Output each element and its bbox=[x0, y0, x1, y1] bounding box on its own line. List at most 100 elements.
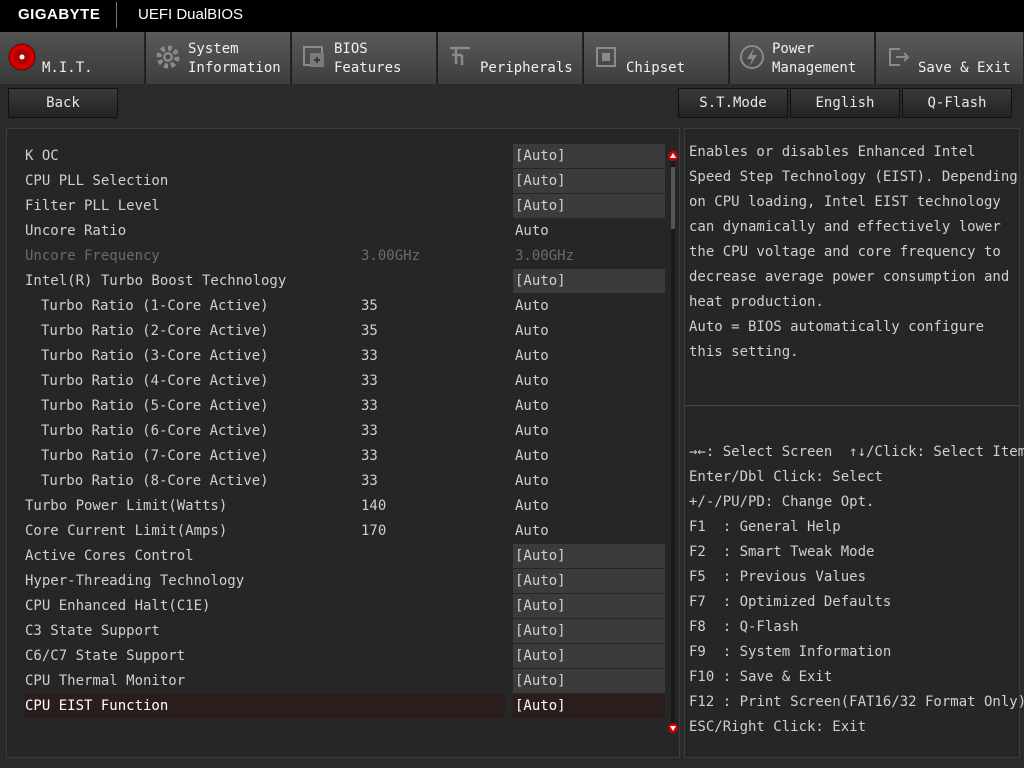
settings-panel: K OC [Auto] CPU PLL Selection [Auto] Fil… bbox=[6, 128, 680, 758]
setting-row-turbo-ratio-7[interactable]: Turbo Ratio (7-Core Active) 33 Auto bbox=[7, 444, 667, 469]
setting-row-turbo-boost[interactable]: Intel(R) Turbo Boost Technology [Auto] bbox=[7, 269, 667, 294]
setting-name: CPU PLL Selection bbox=[25, 173, 169, 189]
setting-value[interactable]: [Auto] bbox=[513, 669, 665, 693]
help-description-line: Speed Step Technology (EIST). Depending bbox=[689, 169, 1018, 185]
help-description-line: decrease average power consumption and bbox=[689, 269, 1010, 285]
key-hint: F1 : General Help bbox=[689, 519, 841, 535]
setting-row-core-current-limit[interactable]: Core Current Limit(Amps) 170 Auto bbox=[7, 519, 667, 544]
setting-row-c1e[interactable]: CPU Enhanced Halt(C1E) [Auto] bbox=[7, 594, 667, 619]
setting-row-turbo-ratio-8[interactable]: Turbo Ratio (8-Core Active) 33 Auto bbox=[7, 469, 667, 494]
smart-tweak-mode-button[interactable]: S.T.Mode bbox=[678, 88, 788, 118]
back-button[interactable]: Back bbox=[8, 88, 118, 118]
setting-row-turbo-power-limit[interactable]: Turbo Power Limit(Watts) 140 Auto bbox=[7, 494, 667, 519]
setting-row-uncore-ratio[interactable]: Uncore Ratio Auto bbox=[7, 219, 667, 244]
help-description-line: the CPU voltage and core frequency to bbox=[689, 244, 1001, 260]
setting-row-turbo-ratio-3[interactable]: Turbo Ratio (3-Core Active) 33 Auto bbox=[7, 344, 667, 369]
setting-value[interactable]: Auto bbox=[513, 444, 665, 468]
scroll-up-icon[interactable] bbox=[668, 151, 678, 161]
bios-features-icon bbox=[303, 46, 324, 67]
tab-peripherals[interactable]: Peripherals bbox=[438, 32, 583, 84]
key-hint: F12 : Print Screen(FAT16/32 Format Only) bbox=[689, 694, 1024, 710]
tab-label: Chipset bbox=[626, 60, 686, 76]
setting-value[interactable]: [Auto] bbox=[513, 169, 665, 193]
setting-value[interactable]: [Auto] bbox=[513, 694, 665, 718]
setting-row-turbo-ratio-4[interactable]: Turbo Ratio (4-Core Active) 33 Auto bbox=[7, 369, 667, 394]
setting-name: Turbo Ratio (4-Core Active) bbox=[41, 373, 269, 389]
help-divider bbox=[685, 405, 1019, 406]
help-description-line: on CPU loading, Intel EIST technology bbox=[689, 194, 1001, 210]
setting-value[interactable]: [Auto] bbox=[513, 644, 665, 668]
power-icon bbox=[740, 45, 764, 69]
setting-value[interactable]: [Auto] bbox=[513, 569, 665, 593]
setting-value[interactable]: [Auto] bbox=[513, 269, 665, 293]
peripherals-icon bbox=[450, 46, 470, 65]
setting-name: Turbo Power Limit(Watts) bbox=[25, 498, 228, 514]
language-button[interactable]: English bbox=[790, 88, 900, 118]
setting-value[interactable]: [Auto] bbox=[513, 194, 665, 218]
tab-system-information[interactable]: System Information bbox=[146, 32, 291, 84]
help-description-line: heat production. bbox=[689, 294, 824, 310]
setting-row-cpu-pll-selection[interactable]: CPU PLL Selection [Auto] bbox=[7, 169, 667, 194]
setting-current: 33 bbox=[361, 373, 378, 389]
q-flash-button[interactable]: Q-Flash bbox=[902, 88, 1012, 118]
setting-value: 3.00GHz bbox=[515, 248, 575, 264]
tab-label: BIOS Features bbox=[334, 41, 402, 76]
setting-current: 140 bbox=[361, 498, 387, 514]
setting-row-turbo-ratio-5[interactable]: Turbo Ratio (5-Core Active) 33 Auto bbox=[7, 394, 667, 419]
setting-row-turbo-ratio-2[interactable]: Turbo Ratio (2-Core Active) 35 Auto bbox=[7, 319, 667, 344]
title-bar: GIGABYTE UEFI DualBIOS bbox=[0, 0, 1024, 32]
key-hint: F5 : Previous Values bbox=[689, 569, 867, 585]
setting-name: Turbo Ratio (7-Core Active) bbox=[41, 448, 269, 464]
setting-value[interactable]: Auto bbox=[513, 219, 665, 243]
setting-value[interactable]: [Auto] bbox=[513, 144, 665, 168]
setting-current: 3.00GHz bbox=[361, 248, 421, 264]
mit-icon bbox=[8, 43, 36, 71]
setting-row-thermal-monitor[interactable]: CPU Thermal Monitor [Auto] bbox=[7, 669, 667, 694]
setting-row-k-oc[interactable]: K OC [Auto] bbox=[7, 144, 667, 169]
setting-row-active-cores-control[interactable]: Active Cores Control [Auto] bbox=[7, 544, 667, 569]
setting-row-c3-state[interactable]: C3 State Support [Auto] bbox=[7, 619, 667, 644]
tab-power-management[interactable]: Power Management bbox=[730, 32, 875, 84]
setting-row-eist[interactable]: CPU EIST Function [Auto] bbox=[7, 694, 667, 719]
tab-chipset[interactable]: Chipset bbox=[584, 32, 729, 84]
setting-name: C3 State Support bbox=[25, 623, 160, 639]
product-name: UEFI DualBIOS bbox=[138, 6, 244, 23]
setting-name: Turbo Ratio (5-Core Active) bbox=[41, 398, 269, 414]
key-hint: F8 : Q-Flash bbox=[689, 619, 799, 635]
setting-value[interactable]: Auto bbox=[513, 394, 665, 418]
setting-row-turbo-ratio-6[interactable]: Turbo Ratio (6-Core Active) 33 Auto bbox=[7, 419, 667, 444]
help-description-line: Auto = BIOS automatically configure bbox=[689, 319, 985, 335]
gear-icon bbox=[156, 45, 180, 69]
setting-row-turbo-ratio-1[interactable]: Turbo Ratio (1-Core Active) 35 Auto bbox=[7, 294, 667, 319]
setting-name: Uncore Frequency bbox=[25, 248, 160, 264]
setting-name: Hyper-Threading Technology bbox=[25, 573, 245, 589]
setting-row-uncore-frequency: Uncore Frequency 3.00GHz 3.00GHz bbox=[7, 244, 667, 269]
tab-save-exit[interactable]: Save & Exit bbox=[876, 32, 1024, 84]
scrollbar-track[interactable] bbox=[671, 161, 675, 723]
setting-value[interactable]: Auto bbox=[513, 469, 665, 493]
setting-value[interactable]: [Auto] bbox=[513, 594, 665, 618]
setting-value[interactable]: Auto bbox=[513, 519, 665, 543]
key-hint: →←: Select Screen ↑↓/Click: Select Item bbox=[689, 444, 1024, 460]
setting-value[interactable]: Auto bbox=[513, 419, 665, 443]
setting-value[interactable]: [Auto] bbox=[513, 619, 665, 643]
setting-name: Core Current Limit(Amps) bbox=[25, 523, 228, 539]
setting-value[interactable]: Auto bbox=[513, 294, 665, 318]
scrollbar-thumb[interactable] bbox=[671, 167, 675, 229]
setting-value[interactable]: [Auto] bbox=[513, 544, 665, 568]
tab-label: Peripherals bbox=[480, 60, 573, 76]
setting-value[interactable]: Auto bbox=[513, 369, 665, 393]
setting-value[interactable]: Auto bbox=[513, 319, 665, 343]
brand-logo: GIGABYTE bbox=[18, 6, 101, 23]
setting-row-hyper-threading[interactable]: Hyper-Threading Technology [Auto] bbox=[7, 569, 667, 594]
tab-mit[interactable]: M.I.T. bbox=[0, 32, 145, 84]
setting-value[interactable]: Auto bbox=[513, 344, 665, 368]
tab-bar: M.I.T. System Information BIOS Features … bbox=[0, 32, 1024, 84]
setting-current: 33 bbox=[361, 348, 378, 364]
setting-value[interactable]: Auto bbox=[513, 494, 665, 518]
help-panel: Enables or disables Enhanced Intel Speed… bbox=[684, 128, 1024, 758]
tab-bios-features[interactable]: BIOS Features bbox=[292, 32, 437, 84]
setting-row-c6-c7-state[interactable]: C6/C7 State Support [Auto] bbox=[7, 644, 667, 669]
scroll-down-icon[interactable] bbox=[668, 723, 678, 733]
setting-row-filter-pll-level[interactable]: Filter PLL Level [Auto] bbox=[7, 194, 667, 219]
